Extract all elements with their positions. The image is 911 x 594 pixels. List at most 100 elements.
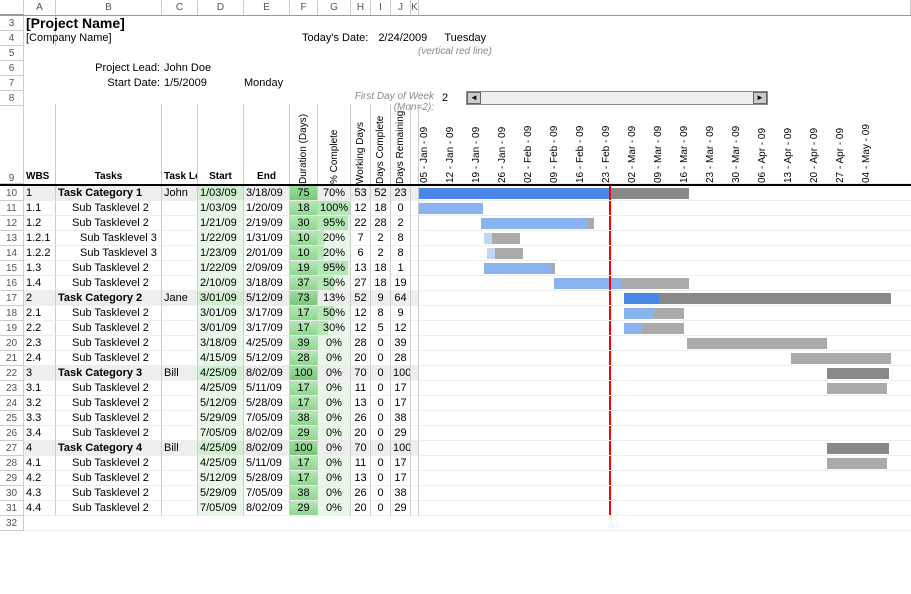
lead-cell[interactable] xyxy=(162,426,198,441)
task-name-cell[interactable]: Sub Tasklevel 2 xyxy=(56,276,162,291)
end-cell[interactable]: 5/11/09 xyxy=(244,456,290,471)
end-cell[interactable]: 3/17/09 xyxy=(244,321,290,336)
dcomp-cell[interactable]: 18 xyxy=(371,276,391,291)
task-row[interactable]: 233.1Sub Tasklevel 24/25/095/11/09170%11… xyxy=(0,381,911,396)
row-number[interactable]: 23 xyxy=(0,381,24,396)
pct-cell[interactable]: 0% xyxy=(318,351,351,366)
gantt-bar[interactable] xyxy=(827,383,887,394)
row-number[interactable]: 6 xyxy=(0,61,24,76)
lead-cell[interactable]: John xyxy=(162,186,198,201)
col-duration[interactable]: Duration (Days) xyxy=(290,104,318,184)
pct-cell[interactable]: 0% xyxy=(318,471,351,486)
drem-cell[interactable]: 8 xyxy=(391,231,411,246)
row-number[interactable]: 15 xyxy=(0,261,24,276)
wdays-cell[interactable]: 6 xyxy=(351,246,371,261)
gantt-bar[interactable] xyxy=(484,233,492,244)
date-column-header[interactable]: 27 - Apr - 09 xyxy=(835,105,861,183)
empty-row[interactable] xyxy=(24,516,911,531)
wbs-cell[interactable]: 1.1 xyxy=(24,201,56,216)
wdays-cell[interactable]: 22 xyxy=(351,216,371,231)
end-cell[interactable]: 5/12/09 xyxy=(244,351,290,366)
duration-cell[interactable]: 28 xyxy=(290,351,318,366)
col-letter[interactable]: I xyxy=(371,0,391,15)
row-number[interactable]: 32 xyxy=(0,516,24,531)
today-date[interactable]: 2/24/2009 xyxy=(376,31,436,46)
start-cell[interactable]: 1/03/09 xyxy=(198,186,244,201)
gantt-bar[interactable] xyxy=(587,218,594,229)
task-row[interactable]: 131.2.1Sub Tasklevel 31/22/091/31/091020… xyxy=(0,231,911,246)
pct-cell[interactable]: 0% xyxy=(318,456,351,471)
wdays-cell[interactable]: 70 xyxy=(351,366,371,381)
task-name-cell[interactable]: Task Category 2 xyxy=(56,291,162,306)
task-row[interactable]: 121.2Sub Tasklevel 21/21/092/19/093095%2… xyxy=(0,216,911,231)
start-cell[interactable]: 4/25/09 xyxy=(198,441,244,456)
dcomp-cell[interactable]: 0 xyxy=(371,381,391,396)
col-letter[interactable]: F xyxy=(290,0,318,15)
date-column-header[interactable]: 12 - Jan - 09 xyxy=(445,105,471,183)
task-name-cell[interactable]: Task Category 1 xyxy=(56,186,162,201)
lead-cell[interactable] xyxy=(162,456,198,471)
task-name-cell[interactable]: Task Category 3 xyxy=(56,366,162,381)
end-cell[interactable]: 2/19/09 xyxy=(244,216,290,231)
gantt-bar[interactable] xyxy=(827,443,889,454)
duration-cell[interactable]: 100 xyxy=(290,441,318,456)
duration-cell[interactable]: 18 xyxy=(290,201,318,216)
gantt-bar[interactable] xyxy=(551,263,555,274)
dcomp-cell[interactable]: 0 xyxy=(371,366,391,381)
wbs-cell[interactable]: 3.4 xyxy=(24,426,56,441)
date-column-header[interactable]: 23 - Feb - 09 xyxy=(601,105,627,183)
end-cell[interactable]: 8/02/09 xyxy=(244,366,290,381)
end-cell[interactable]: 4/25/09 xyxy=(244,336,290,351)
drem-cell[interactable]: 29 xyxy=(391,426,411,441)
gantt-bar[interactable] xyxy=(642,323,684,334)
date-column-header[interactable]: 02 - Feb - 09 xyxy=(523,105,549,183)
wdays-cell[interactable]: 52 xyxy=(351,291,371,306)
start-cell[interactable]: 1/23/09 xyxy=(198,246,244,261)
task-name-cell[interactable]: Sub Tasklevel 2 xyxy=(56,306,162,321)
drem-cell[interactable]: 38 xyxy=(391,486,411,501)
drem-cell[interactable]: 23 xyxy=(391,186,411,201)
lead-cell[interactable]: Bill xyxy=(162,366,198,381)
end-cell[interactable]: 5/28/09 xyxy=(244,471,290,486)
dcomp-cell[interactable]: 2 xyxy=(371,231,391,246)
pct-cell[interactable]: 20% xyxy=(318,231,351,246)
wbs-cell[interactable]: 1 xyxy=(24,186,56,201)
wbs-cell[interactable]: 3 xyxy=(24,366,56,381)
end-cell[interactable]: 3/18/09 xyxy=(244,276,290,291)
date-column-header[interactable]: 20 - Apr - 09 xyxy=(809,105,835,183)
lead-cell[interactable] xyxy=(162,321,198,336)
col-start[interactable]: Start xyxy=(198,104,244,184)
start-cell[interactable]: 5/12/09 xyxy=(198,396,244,411)
col-letter[interactable]: J xyxy=(391,0,411,15)
wdays-cell[interactable]: 20 xyxy=(351,426,371,441)
row-number[interactable]: 31 xyxy=(0,501,24,516)
wbs-cell[interactable]: 2 xyxy=(24,291,56,306)
gantt-bar[interactable] xyxy=(827,458,887,469)
start-date[interactable]: 1/5/2009 xyxy=(162,76,222,91)
scroll-right-button[interactable]: ► xyxy=(753,92,767,104)
row-number[interactable]: 11 xyxy=(0,201,24,216)
col-letter[interactable]: K xyxy=(411,0,419,15)
gantt-bar[interactable] xyxy=(419,203,483,214)
row-number[interactable]: 16 xyxy=(0,276,24,291)
duration-cell[interactable]: 17 xyxy=(290,381,318,396)
project-lead[interactable]: John Doe xyxy=(162,61,213,76)
start-cell[interactable]: 1/22/09 xyxy=(198,231,244,246)
date-column-header[interactable]: 30 - Mar - 09 xyxy=(731,105,757,183)
task-name-cell[interactable]: Sub Tasklevel 2 xyxy=(56,216,162,231)
wbs-cell[interactable]: 4 xyxy=(24,441,56,456)
pct-cell[interactable]: 50% xyxy=(318,306,351,321)
wbs-cell[interactable]: 2.2 xyxy=(24,321,56,336)
wdays-cell[interactable]: 12 xyxy=(351,201,371,216)
lead-cell[interactable] xyxy=(162,411,198,426)
drem-cell[interactable]: 9 xyxy=(391,306,411,321)
company-name[interactable]: [Company Name] xyxy=(24,31,56,46)
wbs-cell[interactable]: 4.1 xyxy=(24,456,56,471)
end-cell[interactable]: 2/01/09 xyxy=(244,246,290,261)
drem-cell[interactable]: 64 xyxy=(391,291,411,306)
duration-cell[interactable]: 17 xyxy=(290,396,318,411)
task-name-cell[interactable]: Sub Tasklevel 2 xyxy=(56,426,162,441)
start-cell[interactable]: 7/05/09 xyxy=(198,501,244,516)
task-row[interactable]: 294.2Sub Tasklevel 25/12/095/28/09170%13… xyxy=(0,471,911,486)
date-column-header[interactable]: 16 - Feb - 09 xyxy=(575,105,601,183)
